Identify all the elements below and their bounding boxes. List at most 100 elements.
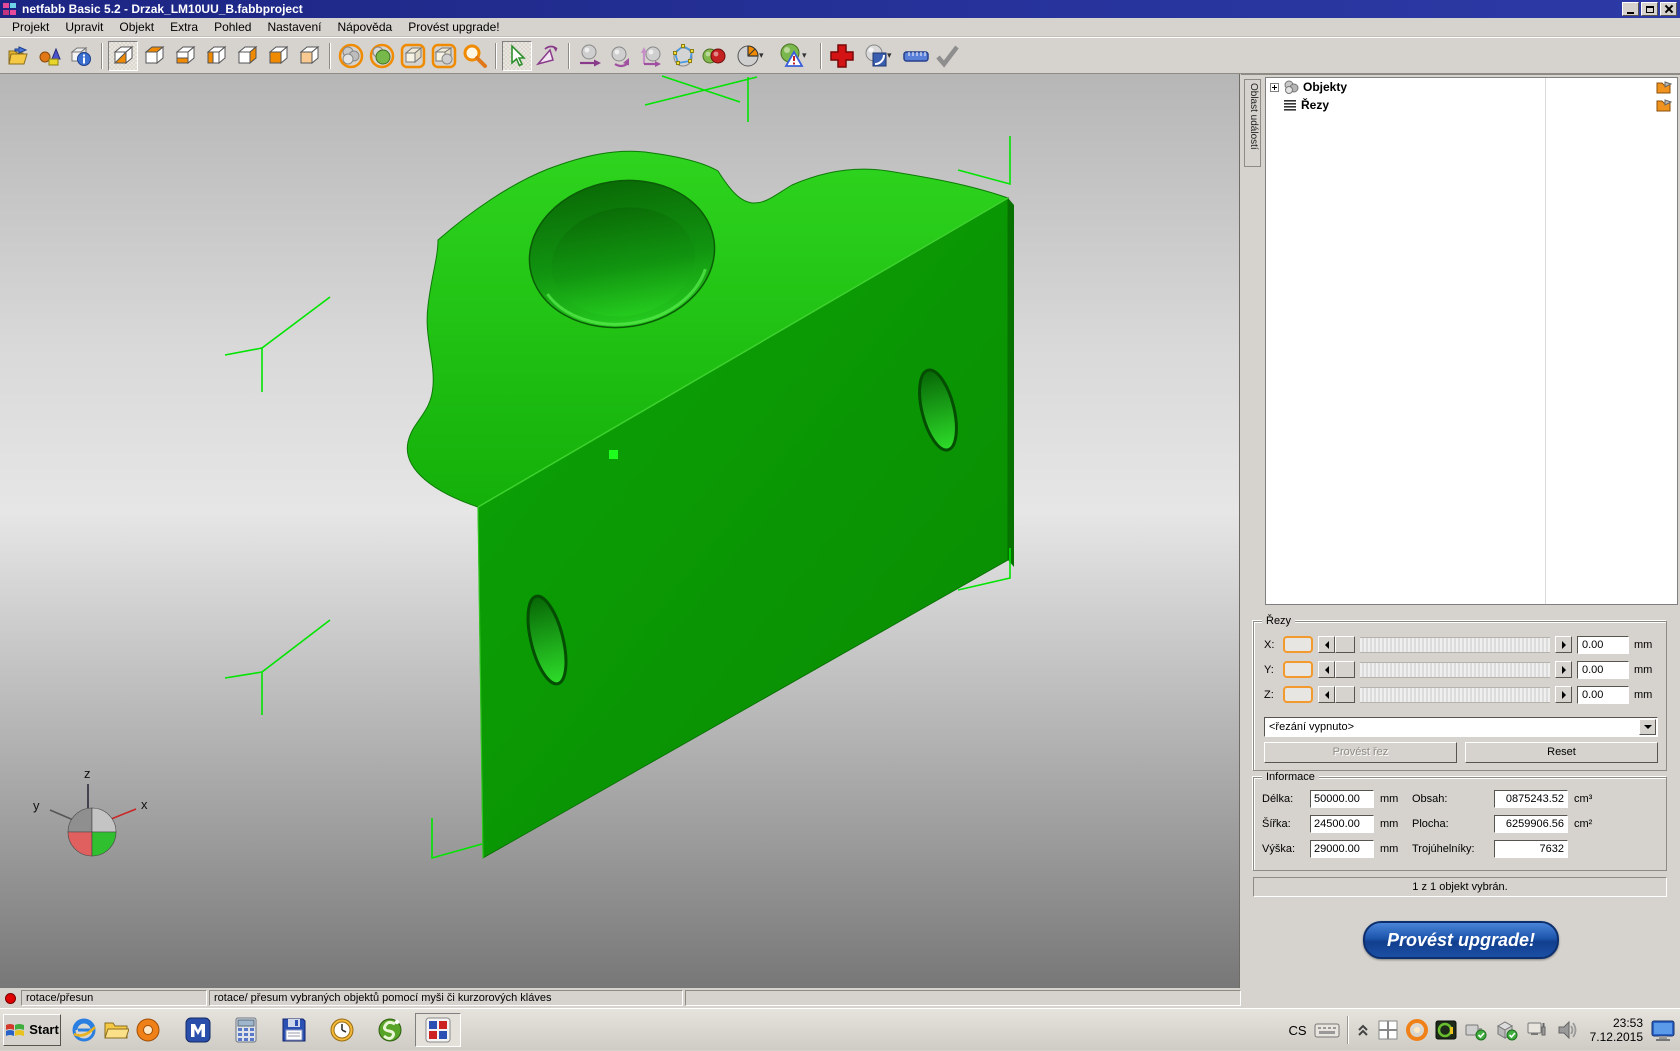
menu-extra[interactable]: Extra <box>162 18 206 36</box>
open-cuts-folder-icon[interactable] <box>1656 98 1673 112</box>
dropdown-caret-icon[interactable]: ▾ <box>759 50 767 61</box>
close-button[interactable] <box>1660 2 1677 16</box>
menu-provest-upgrade[interactable]: Provést upgrade! <box>400 18 507 36</box>
slice-part-button[interactable]: ▾ <box>858 41 900 71</box>
slider-track-y[interactable] <box>1360 662 1550 678</box>
tray-updater-icon[interactable] <box>1406 1019 1428 1041</box>
info-vyska-value[interactable]: 29000.00 <box>1310 840 1374 858</box>
menu-nastaveni[interactable]: Nastavení <box>259 18 329 36</box>
slider-track-x[interactable] <box>1360 637 1550 653</box>
view-isometric-button[interactable] <box>108 41 138 71</box>
move-part-button[interactable] <box>575 41 605 71</box>
expand-icon[interactable] <box>1270 83 1279 92</box>
info-delka-value[interactable]: 50000.00 <box>1310 790 1374 808</box>
viewport-3d-scene[interactable]: z y x <box>0 74 1240 988</box>
slider-left-arrow[interactable] <box>1318 661 1335 678</box>
open-project-button[interactable] <box>4 41 34 71</box>
axis-z-toggle-button[interactable] <box>1283 686 1313 703</box>
repair-red-cross-button[interactable] <box>827 41 857 71</box>
dropdown-caret-icon[interactable]: ▾ <box>802 50 810 61</box>
media-player-icon[interactable] <box>135 1017 161 1043</box>
view-right-button[interactable] <box>232 41 262 71</box>
internet-explorer-icon[interactable] <box>71 1017 97 1043</box>
combo-dropdown-button[interactable] <box>1639 719 1656 735</box>
zoom-button[interactable] <box>460 41 490 71</box>
maximize-button[interactable] <box>1641 2 1658 16</box>
upgrade-button[interactable]: Provést upgrade! <box>1363 921 1559 959</box>
menu-projekt[interactable]: Projekt <box>4 18 57 36</box>
tree-item-rezy[interactable]: Řezy <box>1266 96 1545 114</box>
slider-thumb-x[interactable] <box>1335 636 1355 653</box>
info-sirka-value[interactable]: 24500.00 <box>1310 815 1374 833</box>
slider-thumb-z[interactable] <box>1335 686 1355 703</box>
view-back-button[interactable] <box>294 41 324 71</box>
scale-part-button[interactable] <box>637 41 667 71</box>
tray-usb-icon[interactable] <box>1464 1019 1488 1041</box>
minimize-button[interactable] <box>1622 2 1639 16</box>
tray-network-icon[interactable] <box>1526 1019 1550 1041</box>
rotate-part-button[interactable] <box>606 41 636 71</box>
tree-item-label[interactable]: Řezy <box>1301 98 1329 112</box>
axis-y-toggle-button[interactable] <box>1283 661 1313 678</box>
reset-cut-button[interactable]: Reset <box>1465 742 1658 763</box>
tree-item-objekty[interactable]: Objekty <box>1266 78 1545 96</box>
slider-right-arrow[interactable] <box>1555 686 1572 703</box>
cut-pie-button[interactable]: ▾ <box>730 41 772 71</box>
show-part-in-box-button[interactable] <box>429 41 459 71</box>
taskbar-app-slicer[interactable] <box>367 1013 413 1047</box>
slider-right-arrow[interactable] <box>1555 636 1572 653</box>
part-info-button[interactable] <box>66 41 96 71</box>
cut-y-value-field[interactable]: 0.00 <box>1577 661 1629 679</box>
open-objects-folder-icon[interactable] <box>1656 80 1673 94</box>
taskbar-app-save[interactable] <box>271 1013 317 1047</box>
view-bottom-button[interactable] <box>170 41 200 71</box>
tree-item-label[interactable]: Objekty <box>1303 80 1347 94</box>
view-front-button[interactable] <box>263 41 293 71</box>
events-area-tab[interactable]: Oblast událostí <box>1244 79 1261 167</box>
slider-left-arrow[interactable] <box>1318 636 1335 653</box>
measure-button[interactable] <box>901 41 931 71</box>
model-drzak-lm10uu[interactable] <box>407 151 1014 858</box>
slider-track-z[interactable] <box>1360 687 1550 703</box>
cut-z-value-field[interactable]: 0.00 <box>1577 686 1629 704</box>
show-selected-part-button[interactable] <box>367 41 397 71</box>
select-surfaces-button[interactable] <box>668 41 698 71</box>
validate-button[interactable] <box>932 41 962 71</box>
slider-right-arrow[interactable] <box>1555 661 1572 678</box>
tray-sync-box-icon[interactable] <box>1495 1019 1519 1041</box>
menu-objekt[interactable]: Objekt <box>111 18 162 36</box>
start-button[interactable]: Start <box>3 1014 61 1046</box>
slider-thumb-y[interactable] <box>1335 661 1355 678</box>
taskbar-app-maxthon[interactable] <box>175 1013 221 1047</box>
show-desktop-icon[interactable] <box>1650 1018 1676 1042</box>
taskbar-app-netfabb[interactable] <box>415 1013 461 1047</box>
selection-handle-dot[interactable] <box>609 450 618 459</box>
cut-x-value-field[interactable]: 0.00 <box>1577 636 1629 654</box>
axis-x-toggle-button[interactable] <box>1283 636 1313 653</box>
execute-cut-button[interactable]: Provést řez <box>1264 742 1457 763</box>
tray-nvidia-icon[interactable] <box>1435 1019 1457 1041</box>
select-cursor-button[interactable] <box>502 41 532 71</box>
show-platform-box-button[interactable] <box>398 41 428 71</box>
compare-parts-button[interactable] <box>699 41 729 71</box>
menu-pohled[interactable]: Pohled <box>206 18 259 36</box>
taskbar-app-calculator[interactable] <box>223 1013 269 1047</box>
keyboard-layout-icon[interactable] <box>1314 1020 1340 1040</box>
view-top-button[interactable] <box>139 41 169 71</box>
viewport-3d[interactable]: z y x <box>0 74 1240 988</box>
menu-upravit[interactable]: Upravit <box>57 18 111 36</box>
tray-windows-icon[interactable] <box>1377 1019 1399 1041</box>
slider-left-arrow[interactable] <box>1318 686 1335 703</box>
taskbar-app-clock[interactable] <box>319 1013 365 1047</box>
tray-clock[interactable]: 23:53 7.12.2015 <box>1590 1016 1643 1044</box>
view-left-button[interactable] <box>201 41 231 71</box>
menu-napoveda[interactable]: Nápověda <box>329 18 400 36</box>
dropdown-caret-icon[interactable]: ▾ <box>887 50 895 61</box>
cut-mode-select[interactable]: <řezání vypnuto> <box>1264 717 1658 737</box>
file-explorer-folder-icon[interactable] <box>103 1017 129 1043</box>
rotate-view-button[interactable] <box>533 41 563 71</box>
repair-automatic-button[interactable]: ▾ <box>773 41 815 71</box>
language-indicator[interactable]: CS <box>1289 1023 1307 1038</box>
tray-volume-icon[interactable] <box>1557 1019 1579 1041</box>
show-hidden-icons-chevron[interactable] <box>1356 1022 1370 1038</box>
